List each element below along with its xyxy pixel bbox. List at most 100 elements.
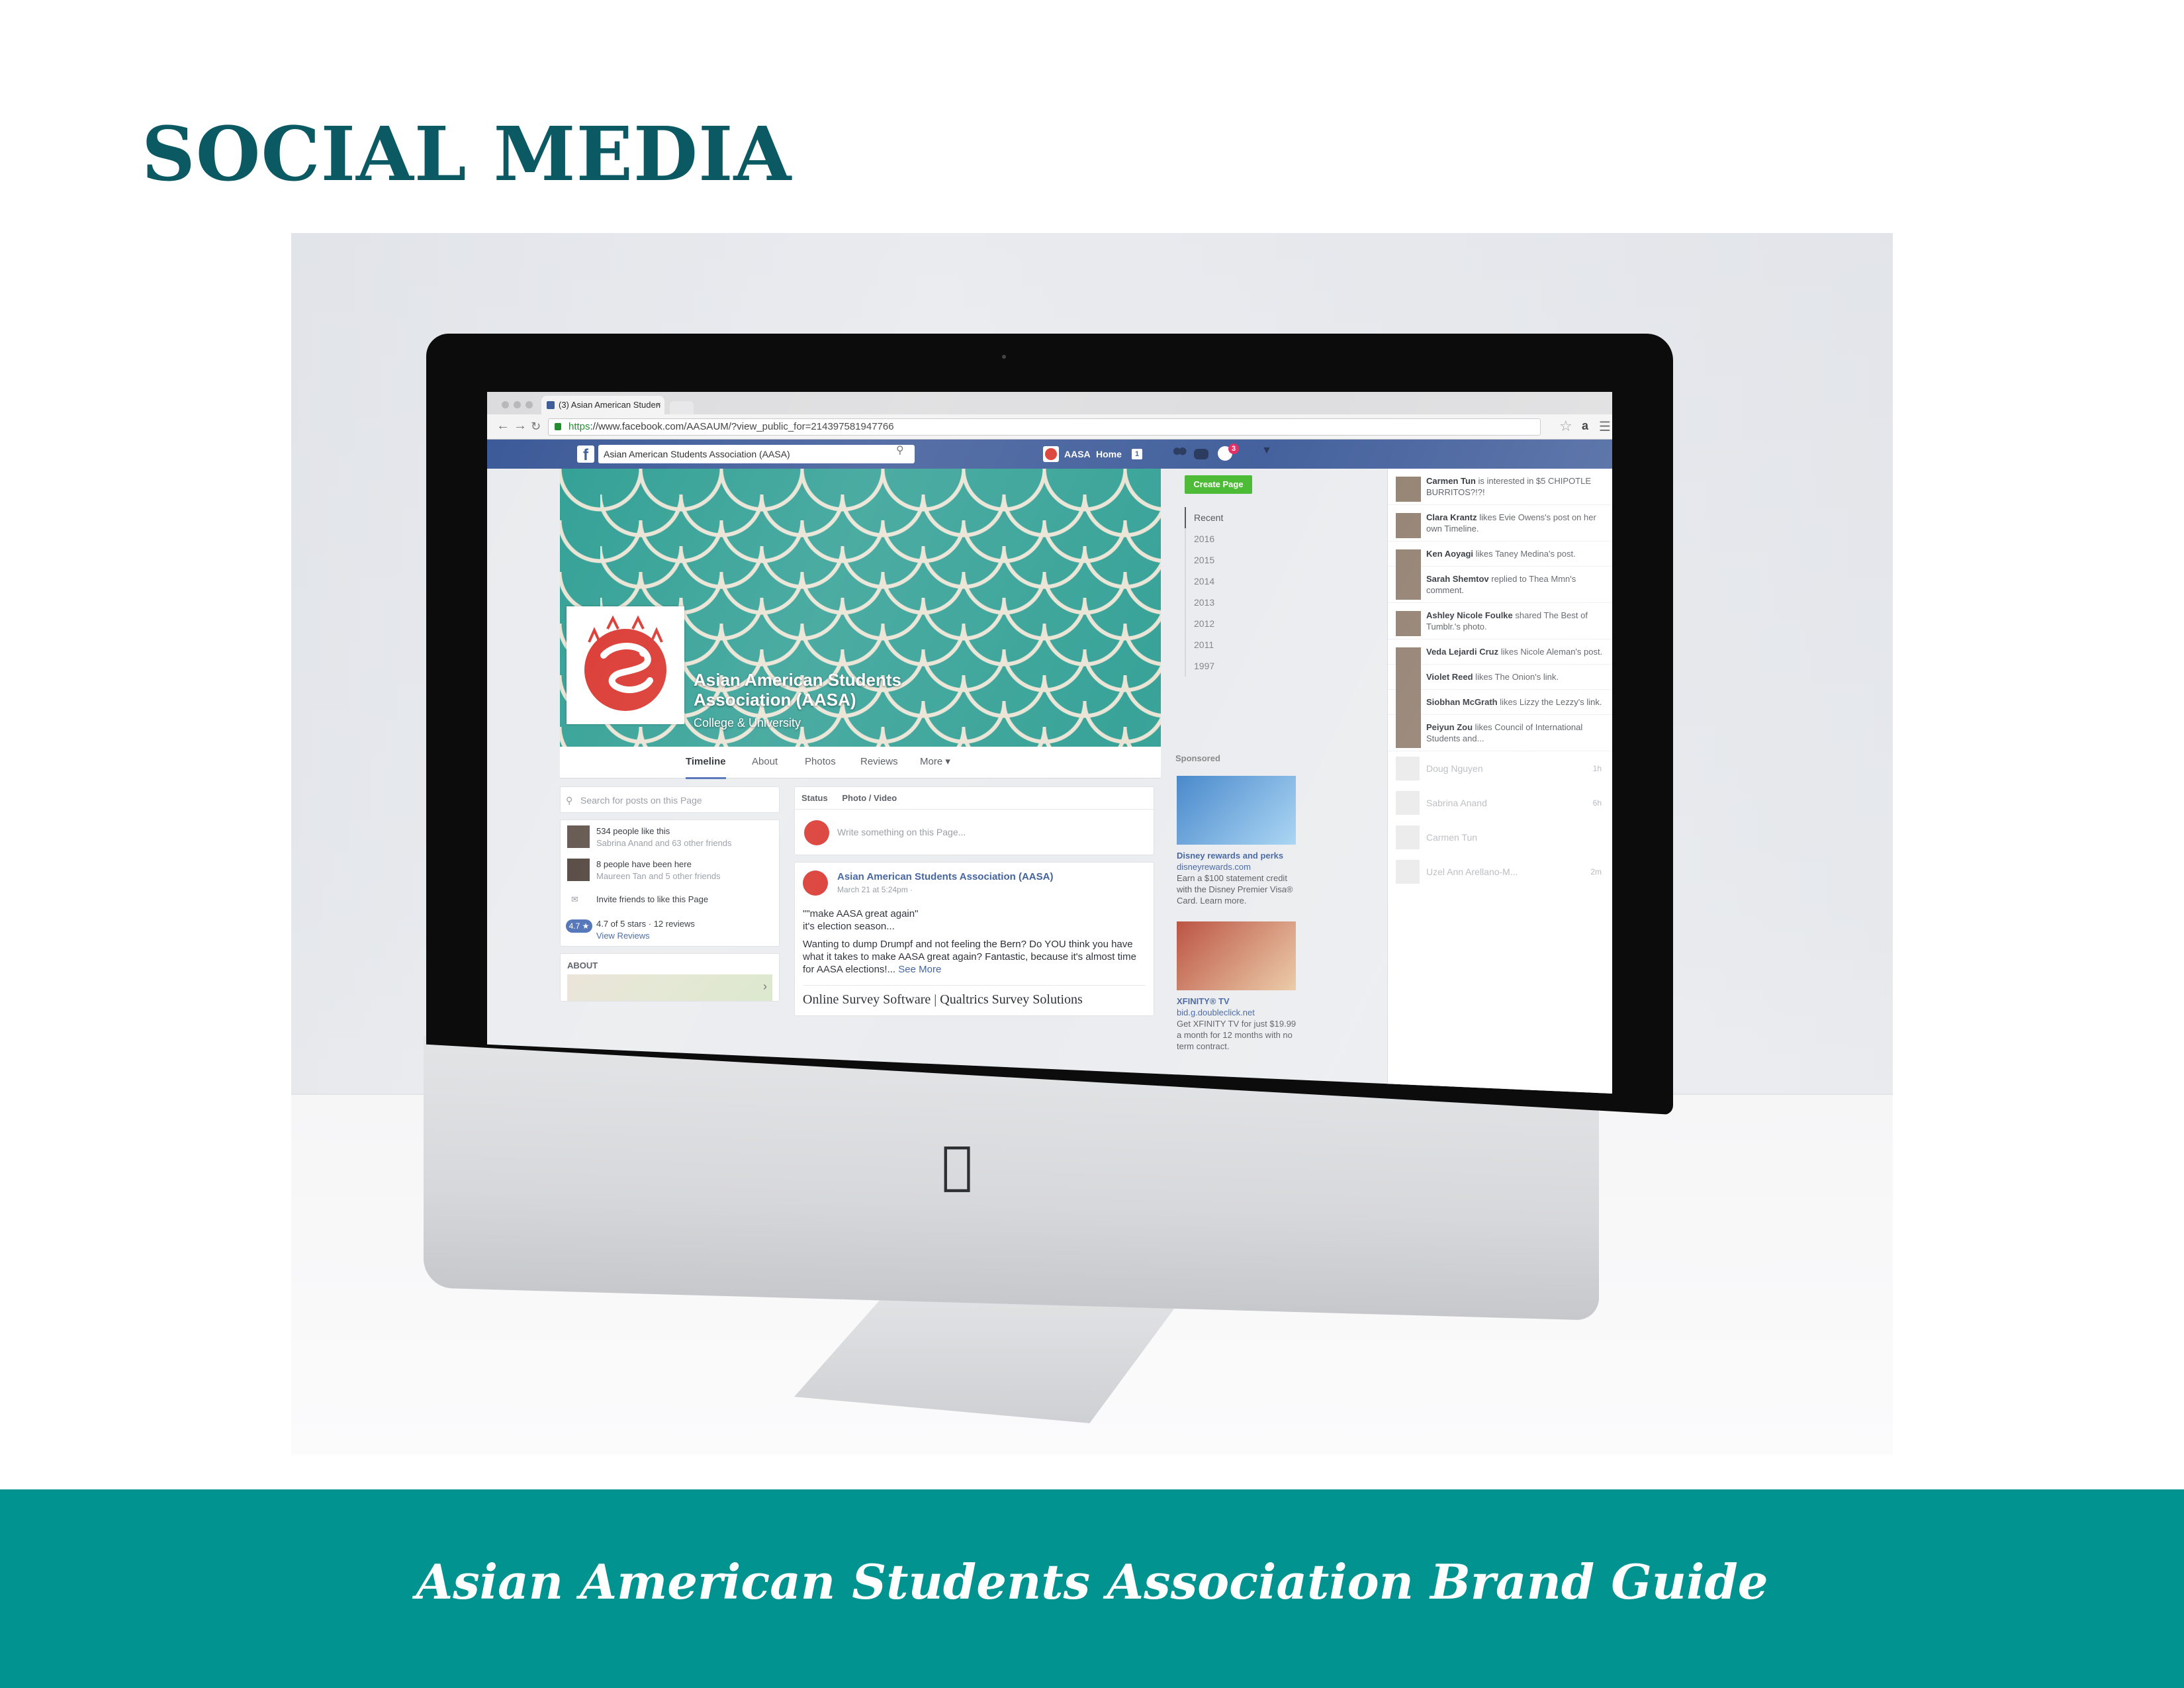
visits-thumbnail [567, 859, 590, 881]
page-name[interactable]: Asian American Students Association (AAS… [694, 670, 932, 710]
ad-domain[interactable]: bid.g.doubleclick.net [1177, 1007, 1302, 1018]
likes-count: 534 people like this [596, 826, 670, 836]
tab-about[interactable]: About [752, 747, 778, 777]
home-count-badge: 1 [1132, 449, 1142, 459]
create-page-button[interactable]: Create Page [1185, 475, 1252, 494]
ticker-item[interactable]: Veda Lejardi Cruz likes Nicole Aleman's … [1388, 639, 1612, 673]
chat-contact[interactable]: Sabrina Anand 6h [1388, 786, 1612, 820]
notifications-count-badge: 3 [1228, 444, 1239, 454]
facebook-search-input[interactable]: Asian American Students Association (AAS… [598, 445, 915, 463]
arrow-left-icon[interactable]: ← [496, 418, 510, 434]
see-more-link[interactable]: See More [898, 964, 941, 975]
ticker-item[interactable]: Siobhan McGrath likes Lizzy the Lezzy's … [1388, 690, 1612, 723]
invite-friends-link[interactable]: ✉ Invite friends to like this Page [561, 886, 779, 913]
ad-title[interactable]: Disney rewards and perks [1177, 850, 1302, 861]
address-bar[interactable]: https://www.facebook.com/AASAUM/?view_pu… [548, 418, 1541, 436]
amazon-extension-icon[interactable]: a [1582, 419, 1588, 433]
ticker-item[interactable]: Violet Reed likes The Onion's link. [1388, 665, 1612, 698]
post-author[interactable]: Asian American Students Association (AAS… [837, 870, 1146, 884]
avatar [1396, 860, 1420, 884]
ad-domain[interactable]: disneyrewards.com [1177, 861, 1302, 872]
ticker-item[interactable]: Peiyun Zou likes Council of Internationa… [1388, 715, 1612, 751]
ad-image[interactable] [1177, 921, 1296, 990]
reload-icon[interactable]: ↻ [531, 420, 541, 434]
ad-title[interactable]: XFINITY® TV [1177, 996, 1302, 1007]
profile-link[interactable]: AASA [1064, 440, 1091, 469]
avatar [1396, 513, 1421, 538]
facebook-top-bar: f Asian American Students Association (A… [487, 440, 1612, 469]
composer-box: Status Photo / Video Write something on … [794, 786, 1154, 855]
menu-icon[interactable]: ☰ [1599, 418, 1611, 435]
browser-tab-title: (3) Asian American Studen [559, 400, 660, 410]
new-tab-button[interactable] [670, 401, 694, 414]
ad-disney[interactable]: Disney rewards and perks disneyrewards.c… [1177, 776, 1302, 906]
chat-contact[interactable]: Doug Nguyen 1h [1388, 751, 1612, 786]
facebook-logo-icon[interactable]: f [577, 445, 594, 464]
avatar [1396, 611, 1421, 636]
rating-badge: 4.7 ★ [566, 919, 592, 933]
location-map[interactable]: › [567, 974, 772, 1001]
profile-picture-aasa-logo[interactable] [567, 606, 684, 724]
tab-timeline[interactable]: Timeline [686, 747, 726, 779]
lock-icon [555, 423, 561, 430]
page-search-placeholder: Search for posts on this Page [580, 795, 702, 806]
arrow-right-icon[interactable]: → [514, 418, 527, 434]
rating-row[interactable]: 4.7 ★ 4.7 of 5 stars · 12 reviews View R… [561, 913, 779, 946]
ad-image[interactable] [1177, 776, 1296, 845]
tab-reviews[interactable]: Reviews [860, 747, 898, 777]
ticker-item[interactable]: Ashley Nicole Foulke shared The Best of … [1388, 603, 1612, 639]
chat-contact[interactable]: Carmen Tun [1388, 820, 1612, 855]
year-2011[interactable]: 2011 [1185, 634, 1383, 655]
page-category[interactable]: College & University [694, 716, 801, 730]
ticker-item[interactable]: Ken Aoyagi likes Taney Medina's post. [1388, 541, 1612, 575]
avatar [1396, 791, 1420, 815]
ticker-item[interactable]: Carmen Tun is interested in $5 CHIPOTLE … [1388, 469, 1612, 505]
year-2016[interactable]: 2016 [1185, 528, 1383, 549]
tab-more[interactable]: More ▾ [920, 747, 950, 777]
view-reviews-link[interactable]: View Reviews [596, 930, 779, 942]
post-link-preview-title[interactable]: Online Survey Software | Qualtrics Surve… [803, 985, 1146, 1008]
browser-tab[interactable]: (3) Asian American Studen [541, 396, 664, 414]
chat-contact[interactable]: Uzel Ann Arellano-M... 2m [1388, 855, 1612, 889]
tab-photos[interactable]: Photos [805, 747, 836, 777]
year-2012[interactable]: 2012 [1185, 613, 1383, 634]
visits-row[interactable]: 8 people have been here Maureen Tan and … [561, 853, 779, 886]
year-recent[interactable]: Recent [1185, 507, 1383, 528]
window-controls[interactable] [502, 400, 537, 412]
composer-input[interactable]: Write something on this Page... [795, 810, 1154, 855]
ad-xfinity[interactable]: XFINITY® TV bid.g.doubleclick.net Get XF… [1177, 921, 1302, 1052]
avatar[interactable] [803, 870, 828, 896]
year-1997[interactable]: 1997 [1185, 655, 1383, 677]
settings-dropdown-icon[interactable]: ▼ [1261, 445, 1272, 457]
likes-row[interactable]: 534 people like this Sabrina Anand and 6… [561, 820, 779, 853]
ticker-item[interactable]: Clara Krantz likes Evie Owens's post on … [1388, 505, 1612, 541]
left-column: ⚲ Search for posts on this Page 534 peop… [560, 786, 780, 1008]
activity-ticker: Carmen Tun is interested in $5 CHIPOTLE … [1387, 469, 1612, 1094]
profile-avatar[interactable] [1043, 446, 1059, 462]
chevron-right-icon[interactable]: › [763, 980, 767, 994]
post-timestamp[interactable]: March 21 at 5:24pm · [837, 884, 1146, 896]
imac-screen: (3) Asian American Studen × ← → ↻ https:… [487, 392, 1612, 1094]
browser-toolbar: ← → ↻ https://www.facebook.com/AASAUM/?v… [487, 414, 1612, 440]
year-2013[interactable]: 2013 [1185, 592, 1383, 613]
close-tab-icon[interactable]: × [657, 400, 661, 409]
footer-band: Asian American Students Association Bran… [0, 1489, 2184, 1688]
messages-icon[interactable] [1194, 449, 1208, 459]
bookmark-star-icon[interactable]: ☆ [1559, 418, 1572, 435]
rating-text: 4.7 of 5 stars · 12 reviews [596, 919, 695, 929]
friend-requests-icon[interactable] [1171, 446, 1187, 461]
composer-placeholder: Write something on this Page... [837, 827, 966, 837]
composer-photo-video-tab[interactable]: Photo / Video [842, 793, 897, 803]
page-search-input[interactable]: ⚲ Search for posts on this Page [560, 786, 780, 813]
search-icon[interactable]: ⚲ [896, 444, 904, 457]
ticker-item[interactable]: Sarah Shemtov replied to Thea Mmn's comm… [1388, 567, 1612, 603]
page-stats-box: 534 people like this Sabrina Anand and 6… [560, 820, 780, 947]
invite-label: Invite friends to like this Page [596, 894, 709, 904]
composer-status-tab[interactable]: Status [801, 793, 828, 803]
center-column: Status Photo / Video Write something on … [794, 786, 1154, 1023]
year-2015[interactable]: 2015 [1185, 549, 1383, 571]
post-line-2: it's election season... [803, 921, 895, 932]
timeline-post: Asian American Students Association (AAS… [794, 862, 1154, 1016]
year-2014[interactable]: 2014 [1185, 571, 1383, 592]
home-link[interactable]: Home [1096, 440, 1122, 469]
